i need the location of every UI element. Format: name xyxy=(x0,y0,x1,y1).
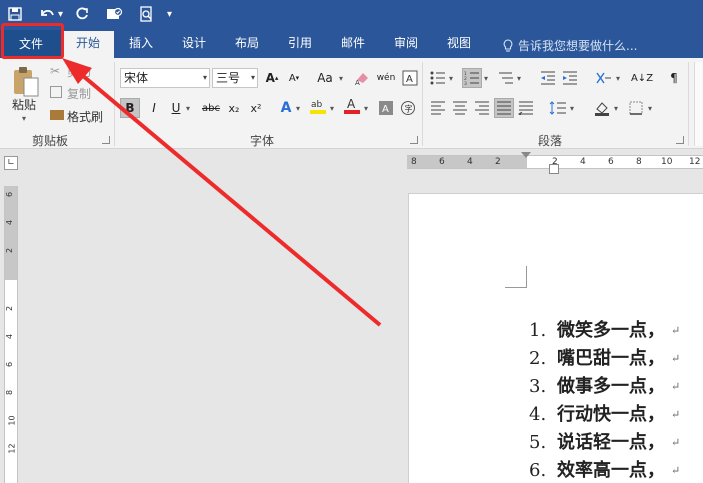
word-window: ▾ ▾ 文件 开始 插入 设计 布局 引用 邮件 审阅 视图 告诉我您想要做什么… xyxy=(0,0,703,483)
annotation-arrow-icon xyxy=(62,58,382,327)
